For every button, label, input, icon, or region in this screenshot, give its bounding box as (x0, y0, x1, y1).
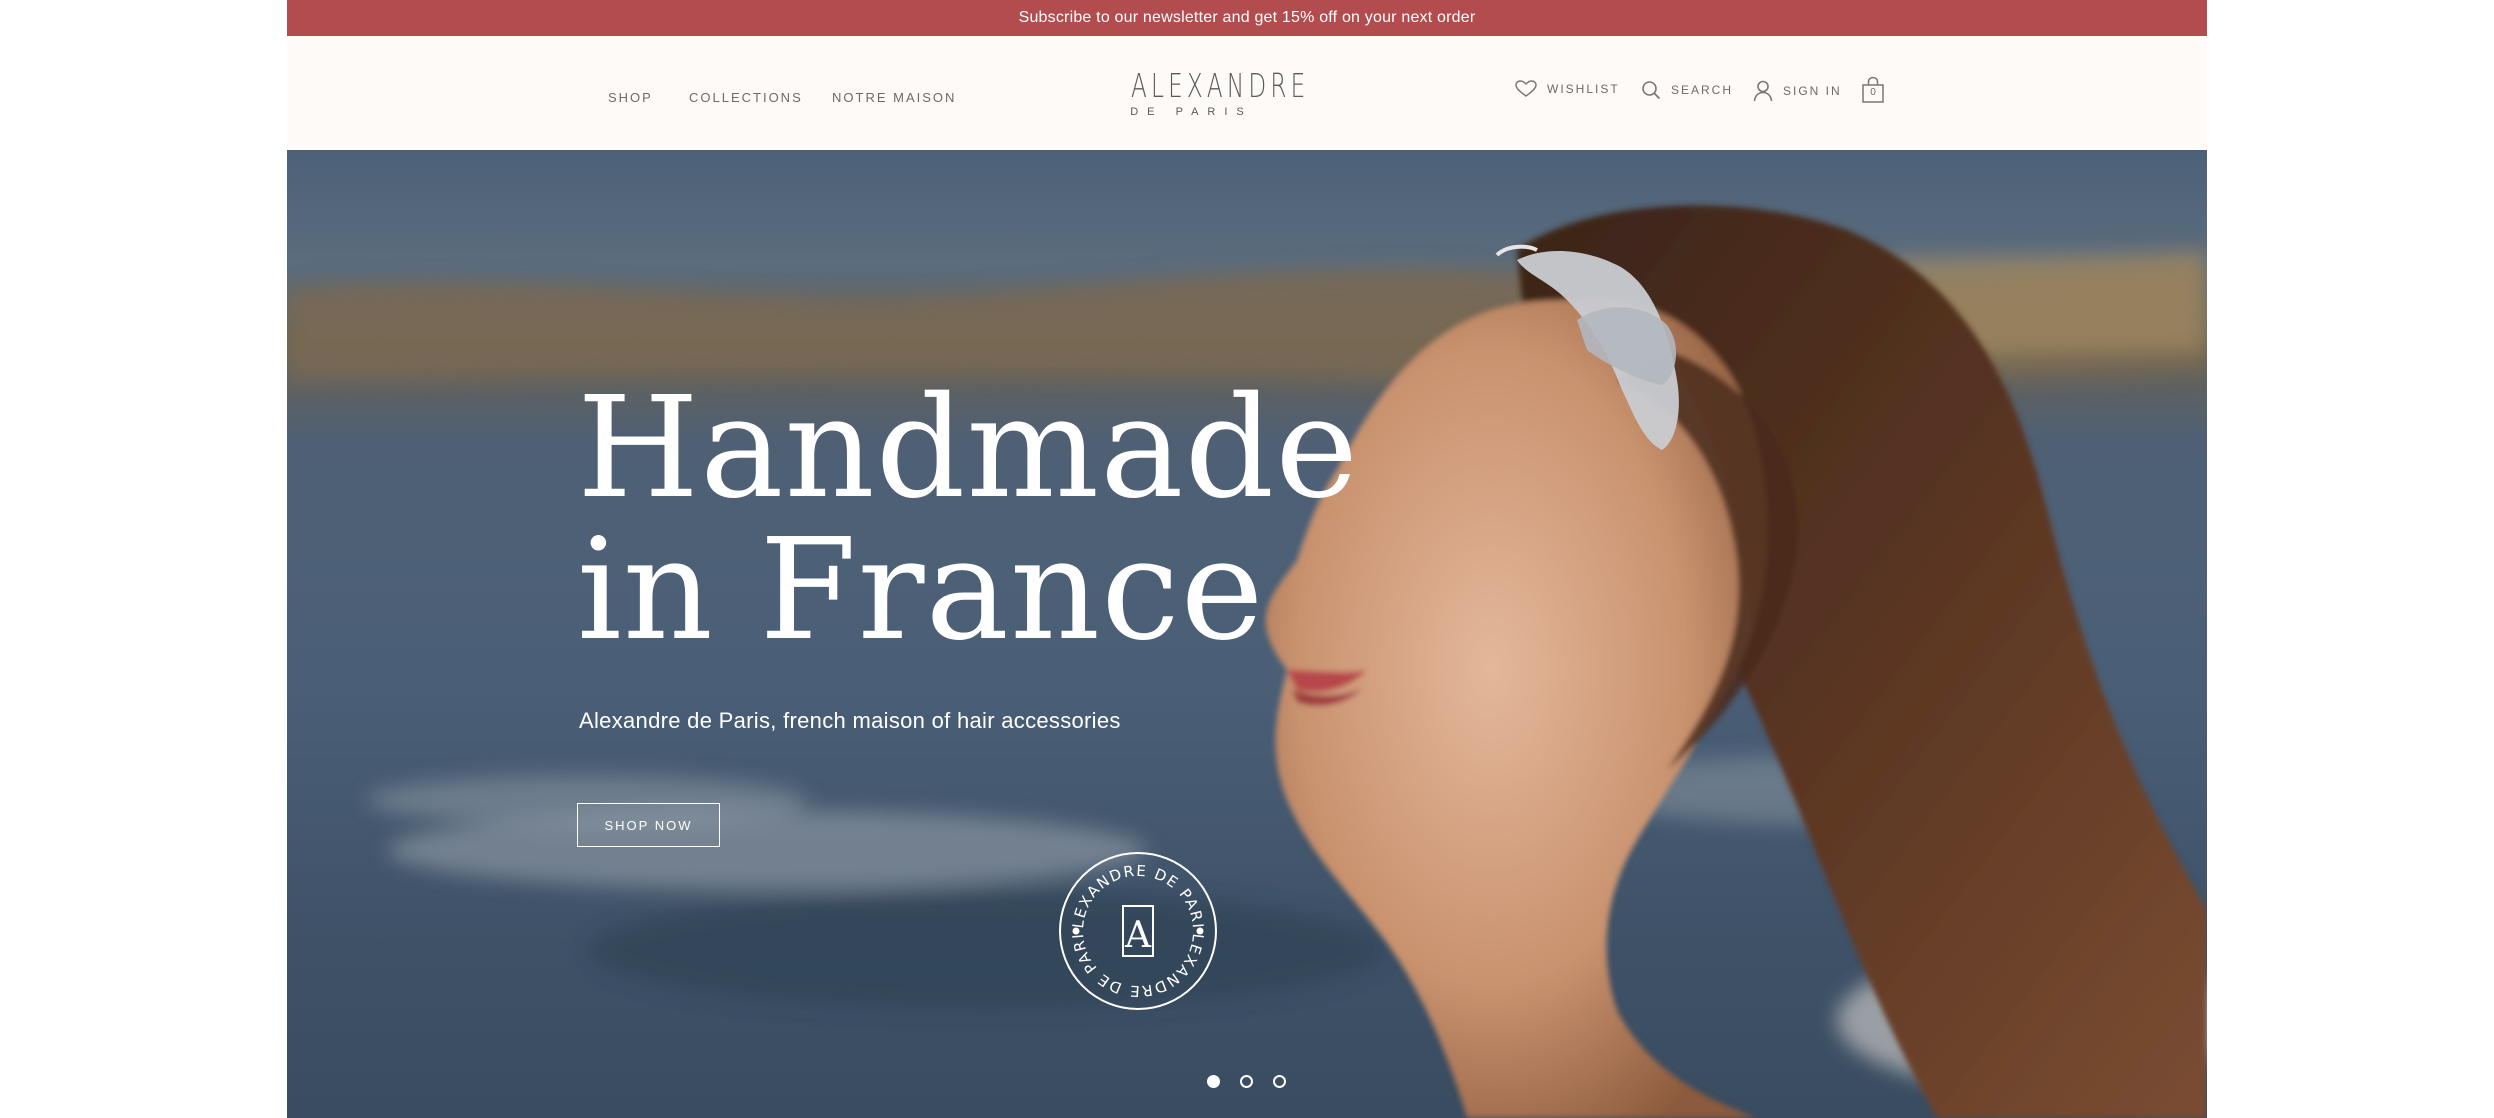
slide-dot-1[interactable] (1207, 1075, 1220, 1088)
nav-item-shop[interactable]: SHOP (608, 90, 653, 105)
nav-item-collections[interactable]: COLLECTIONS (689, 90, 803, 105)
cart-button[interactable]: 0 (1861, 76, 1885, 104)
search-link[interactable]: SEARCH (1641, 80, 1733, 100)
logo-wordmark: ALEXANDRE (1131, 66, 1310, 105)
page-frame: Subscribe to our newsletter and get 15% … (287, 0, 2207, 1118)
promo-text[interactable]: Subscribe to our newsletter and get 15% … (1019, 9, 1476, 27)
slider-dots (1207, 1075, 1286, 1088)
seal-letter: A (1124, 915, 1152, 956)
site-header: SHOP COLLECTIONS NOTRE MAISON ALEXANDRE … (287, 36, 2207, 150)
user-icon (1753, 80, 1773, 102)
search-icon (1641, 80, 1661, 100)
promo-banner[interactable]: Subscribe to our newsletter and get 15% … (287, 0, 2207, 36)
hero-subtitle: Alexandre de Paris, french maison of hai… (579, 708, 1121, 733)
brand-logo[interactable]: ALEXANDRE DE PARIS (1107, 66, 1310, 119)
wishlist-link[interactable]: WISHLIST (1515, 80, 1620, 98)
sign-in-link[interactable]: SIGN IN (1753, 80, 1842, 102)
slide-dot-3[interactable] (1273, 1075, 1286, 1088)
slide-dot-2[interactable] (1240, 1075, 1253, 1088)
sign-in-label: SIGN IN (1783, 84, 1842, 98)
wishlist-label: WISHLIST (1547, 82, 1620, 96)
nav-item-notre-maison[interactable]: NOTRE MAISON (832, 90, 956, 105)
search-label: SEARCH (1671, 83, 1734, 97)
hero-title: Handmade in France (577, 367, 1360, 672)
bag-icon: 0 (1861, 76, 1885, 104)
hero-slider: Handmade in France Alexandre de Paris, f… (287, 150, 2207, 1118)
shop-now-button[interactable]: SHOP NOW (577, 803, 720, 847)
cart-count: 0 (1870, 87, 1876, 98)
logo-subtitle: DE PARIS (1130, 106, 1253, 118)
brand-seal: ALEXANDRE DE PARIS ALEXANDRE DE PARIS A (1051, 836, 1219, 1012)
heart-icon (1515, 80, 1537, 98)
